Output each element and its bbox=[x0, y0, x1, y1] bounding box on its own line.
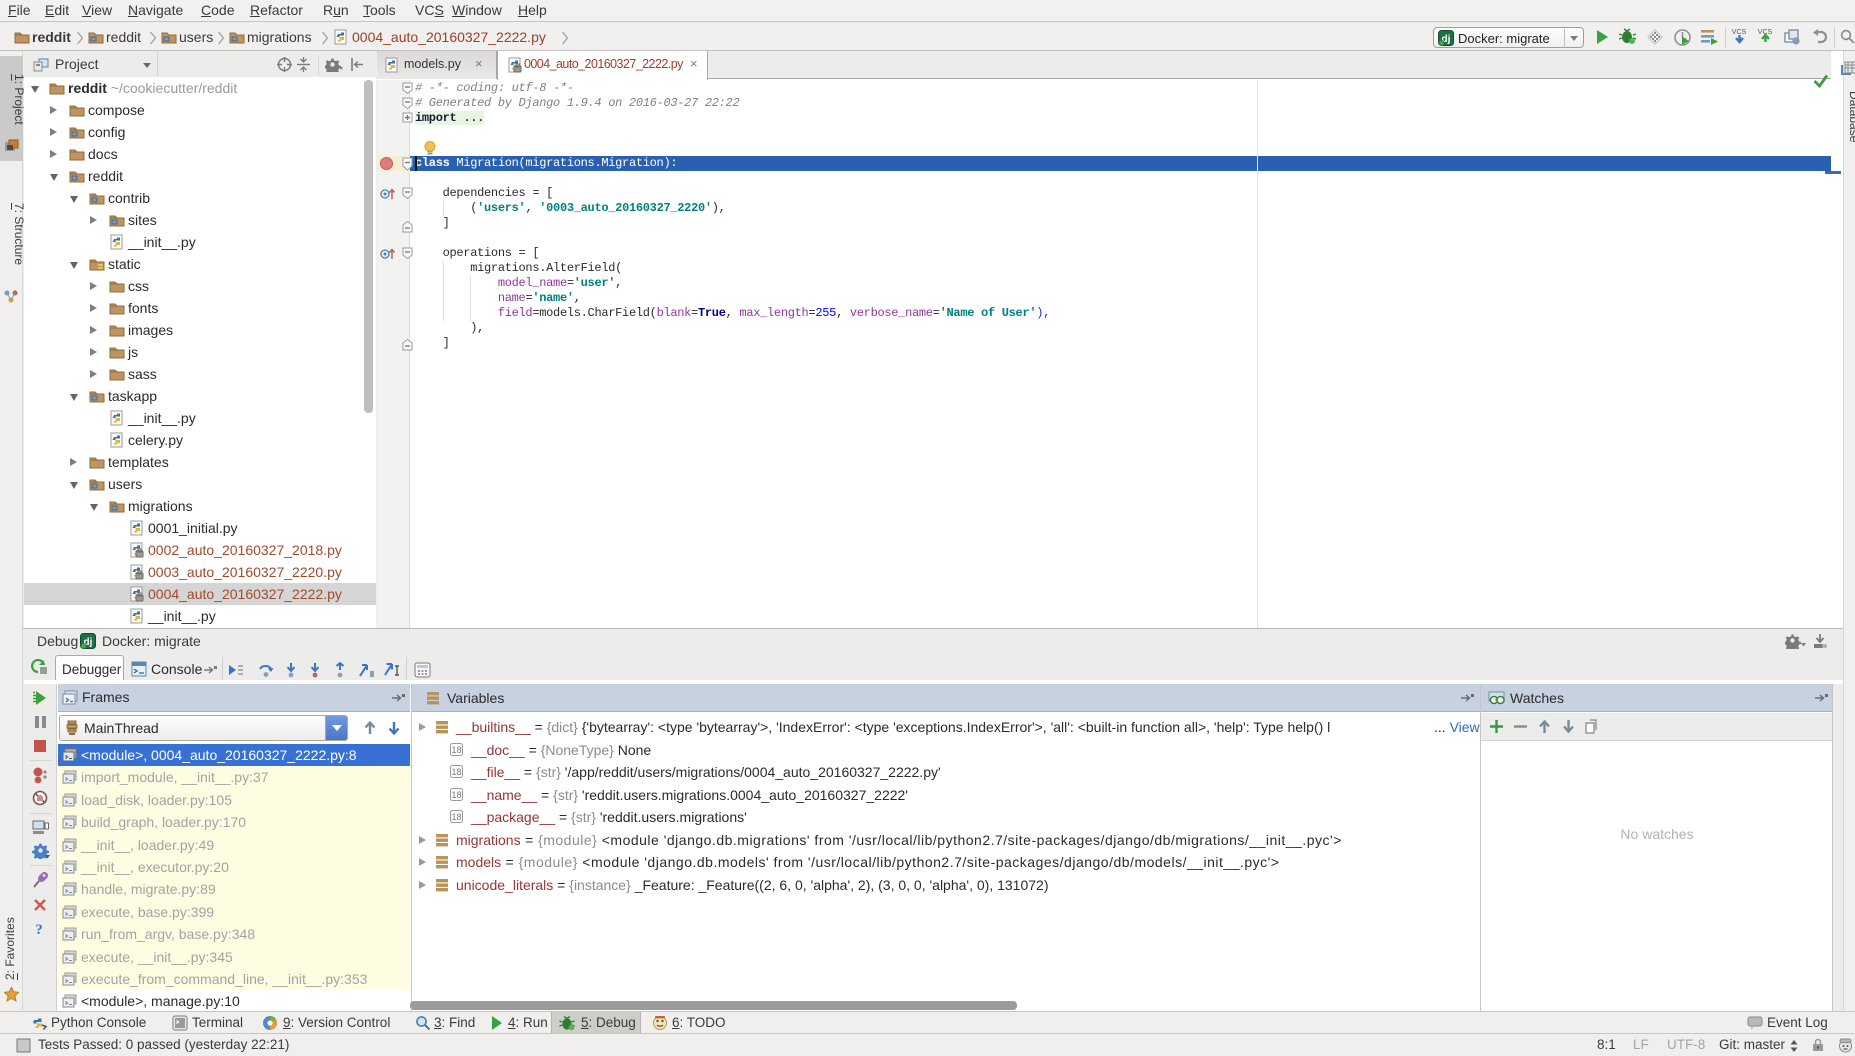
svg-text:18: 18 bbox=[451, 745, 461, 755]
svg-text:18: 18 bbox=[451, 767, 461, 777]
svg-text:18: 18 bbox=[451, 812, 461, 822]
svg-text:18: 18 bbox=[451, 790, 461, 800]
svg-text:?: ? bbox=[35, 922, 43, 937]
svg-text:VCS: VCS bbox=[1732, 29, 1747, 36]
